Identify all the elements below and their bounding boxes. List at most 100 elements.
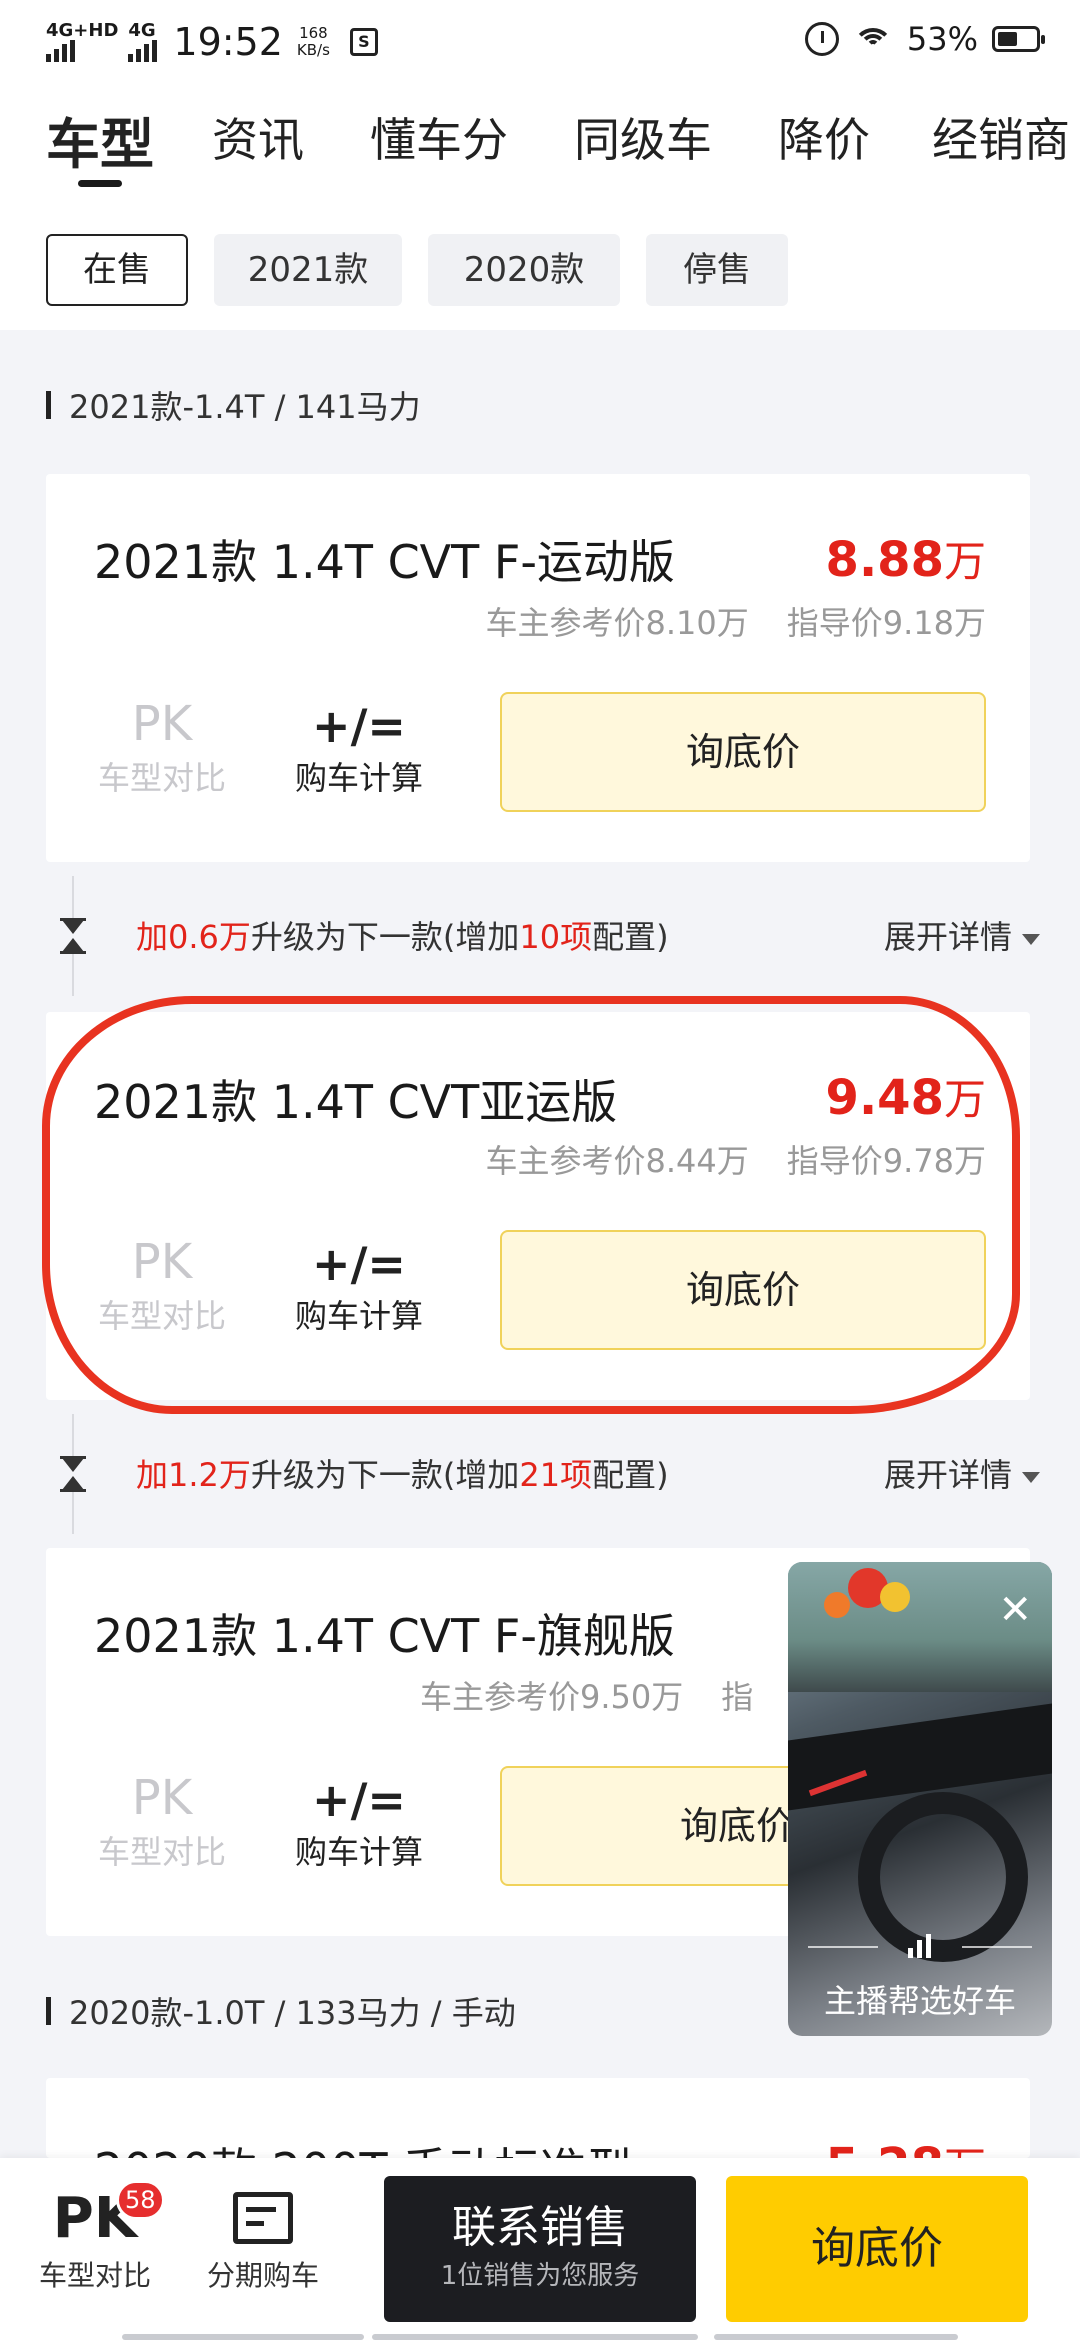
network-label-2: 4G <box>128 20 156 41</box>
signal-2: 4G <box>128 20 158 62</box>
audio-wave-icon <box>808 1932 1032 1962</box>
expand-details[interactable]: 展开详情 <box>884 1450 1040 1496</box>
bottom-action-bar: PK 58 车型对比 分期购车 联系销售 1位销售为您服务 询底价 <box>0 2158 1080 2340</box>
owner-price: 车主参考价8.10万 <box>485 604 749 642</box>
model-sub-prices: 车主参考价8.44万 指导价9.78万 <box>485 1136 986 1182</box>
upgrade-text: 加0.6万升级为下一款(增加10项配置) <box>136 912 669 958</box>
model-card[interactable]: 2020款 200T 手动标准型 5.28万 <box>46 2078 1030 2158</box>
filter-2021[interactable]: 2021款 <box>214 234 402 306</box>
model-title: 2021款 1.4T CVT F-旗舰版 <box>94 1609 675 1663</box>
filter-discontinued[interactable]: 停售 <box>646 234 788 306</box>
upgrade-count: 21项 <box>519 1456 593 1494</box>
filter-2020[interactable]: 2020款 <box>428 234 620 306</box>
tab-price-drop[interactable]: 降价 <box>778 104 870 170</box>
balloon <box>880 1582 910 1612</box>
pk-compare-button[interactable]: PK 车型对比 <box>92 696 232 800</box>
section-bar <box>46 391 51 419</box>
section-bar <box>46 1997 51 2025</box>
model-price: 9.48万 <box>826 1066 986 1127</box>
ask-price-main-button[interactable]: 询底价 <box>726 2176 1028 2322</box>
top-tab-bar: 车型 资讯 懂车分 同级车 降价 经销商 <box>0 84 1080 214</box>
pk-label: 车型对比 <box>97 1833 226 1871</box>
video-caption: 主播帮选好车 <box>823 1982 1016 2020</box>
compare-label: 车型对比 <box>38 2259 151 2292</box>
battery-icon <box>992 26 1045 52</box>
price-unit: 万 <box>943 1075 986 1124</box>
balloon <box>824 1592 850 1618</box>
car-calculator-button[interactable]: +∕= 购车计算 <box>284 1774 434 1874</box>
compare-count-badge: 58 <box>116 2180 165 2220</box>
guide-price: 指 <box>721 1678 754 1716</box>
caret-down-icon <box>1022 933 1040 945</box>
upgrade-mid: 升级为下一款(增加 <box>250 1456 520 1494</box>
battery-fill <box>998 32 1018 46</box>
guide-price: 指导价9.18万 <box>786 604 986 642</box>
ask-price-button[interactable]: 询底价 <box>500 1230 986 1350</box>
pk-icon: PK <box>131 696 193 752</box>
contact-sub-label: 1位销售为您服务 <box>440 2261 640 2291</box>
calculator-label: 购车计算 <box>294 1833 423 1871</box>
alarm-icon <box>804 22 839 56</box>
tab-score[interactable]: 懂车分 <box>370 104 508 170</box>
price-value: 9.48 <box>825 1070 944 1126</box>
status-left: 4G+HD 4G 19:52 168 KB/s S <box>46 14 378 70</box>
calculator-icon: +∕= <box>312 699 406 753</box>
model-title: 2021款 1.4T CVT亚运版 <box>94 1075 618 1129</box>
upgrade-text: 加1.2万升级为下一款(增加21项配置) <box>136 1450 669 1496</box>
model-sub-prices: 车主参考价9.50万指 <box>420 1672 753 1718</box>
expand-details[interactable]: 展开详情 <box>884 912 1040 958</box>
live-video-widget[interactable]: ✕ 主播帮选好车 <box>788 1562 1052 2036</box>
wifi-icon <box>852 24 893 54</box>
calculator-label: 购车计算 <box>294 759 423 797</box>
tab-news[interactable]: 资讯 <box>212 104 304 170</box>
price-unit: 万 <box>944 2143 986 2158</box>
clock: 19:52 <box>173 20 283 64</box>
tab-models[interactable]: 车型 <box>46 100 154 179</box>
owner-price: 车主参考价9.50万 <box>420 1678 684 1716</box>
notification-s-icon: S <box>349 28 378 56</box>
price-unit: 万 <box>943 537 986 586</box>
contact-sales-button[interactable]: 联系销售 1位销售为您服务 <box>384 2176 696 2322</box>
signal-bars-icon <box>128 40 158 62</box>
tab-rivals[interactable]: 同级车 <box>574 104 712 170</box>
model-price: 5.28万 <box>826 2134 986 2158</box>
compare-button[interactable]: PK 58 车型对比 <box>20 2180 170 2296</box>
contact-main-label: 联系销售 <box>452 2202 628 2253</box>
pk-label: 车型对比 <box>97 759 226 797</box>
upgrade-amount: 加1.2万 <box>136 1456 251 1494</box>
calculator-label: 购车计算 <box>294 1297 423 1335</box>
filter-on-sale[interactable]: 在售 <box>46 234 188 306</box>
installment-button[interactable]: 分期购车 <box>188 2188 338 2296</box>
upgrade-row[interactable]: 加0.6万升级为下一款(增加10项配置) 展开详情 <box>0 876 1080 996</box>
battery-percent: 53% <box>906 20 978 58</box>
pk-compare-button[interactable]: PK 车型对比 <box>92 1234 232 1338</box>
section-title: 2020款-1.0T / 133马力 / 手动 <box>69 1994 516 2032</box>
ask-price-button[interactable]: 询底价 <box>500 692 986 812</box>
installment-icon <box>233 2192 293 2244</box>
upgrade-mid: 升级为下一款(增加 <box>250 918 520 956</box>
compress-icon <box>58 1456 88 1492</box>
car-calculator-button[interactable]: +∕= 购车计算 <box>284 700 434 800</box>
upgrade-amount: 加0.6万 <box>136 918 251 956</box>
pk-icon: PK <box>131 1770 193 1826</box>
expand-label: 展开详情 <box>883 918 1012 956</box>
model-card[interactable]: 2021款 1.4T CVT亚运版 9.48万 车主参考价8.44万 指导价9.7… <box>46 1012 1030 1400</box>
upgrade-suffix: 配置) <box>592 918 669 956</box>
pk-compare-button[interactable]: PK 车型对比 <box>92 1770 232 1874</box>
tab-dealers[interactable]: 经销商 <box>932 104 1070 170</box>
section-header-2020: 2020款-1.0T / 133马力 / 手动 <box>46 1988 516 2034</box>
model-sub-prices: 车主参考价8.10万 指导价9.18万 <box>485 598 986 644</box>
network-label-1: 4G+HD <box>46 20 119 41</box>
upgrade-row[interactable]: 加1.2万升级为下一款(增加21项配置) 展开详情 <box>0 1414 1080 1534</box>
model-card[interactable]: 2021款 1.4T CVT F-运动版 8.88万 车主参考价8.10万 指导价… <box>46 474 1030 862</box>
status-bar: 4G+HD 4G 19:52 168 KB/s S 53% <box>0 0 1080 84</box>
nav-indicator <box>714 2334 958 2340</box>
pk-label: 车型对比 <box>97 1297 226 1335</box>
close-icon[interactable]: ✕ <box>998 1590 1032 1630</box>
upgrade-count: 10项 <box>519 918 593 956</box>
car-calculator-button[interactable]: +∕= 购车计算 <box>284 1238 434 1338</box>
expand-label: 展开详情 <box>883 1456 1012 1494</box>
installment-label: 分期购车 <box>206 2259 319 2292</box>
model-title: 2020款 200T 手动标准型 <box>94 2134 632 2158</box>
signal-bars-icon <box>46 40 75 62</box>
